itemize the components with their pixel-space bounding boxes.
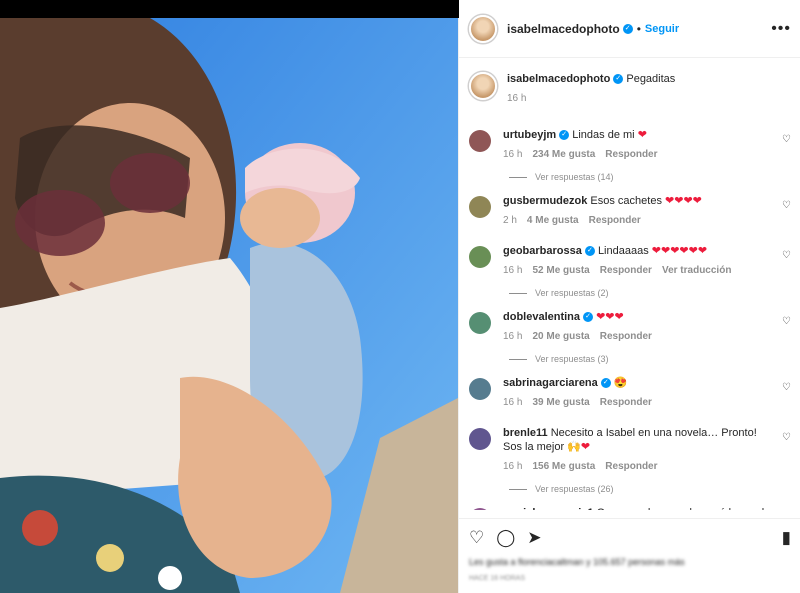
- comment-likes[interactable]: 39 Me gusta: [532, 397, 589, 408]
- comment-like-icon[interactable]: ♡: [782, 200, 791, 211]
- comment-item: urtubeyjm ✓ Lindas de mi ❤ 16 h 234 Me gust…: [459, 128, 800, 162]
- caption-avatar[interactable]: [469, 72, 497, 100]
- comments-scroll-area[interactable]: isabelmacedophoto ✓ Pegaditas 16 h urtube…: [459, 58, 800, 510]
- commenter-username[interactable]: urtubeyjm: [503, 129, 556, 141]
- view-replies-button[interactable]: Ver respuestas (3): [509, 354, 800, 364]
- post-header: isabelmacedophoto ✓ • Seguir •••: [459, 0, 800, 58]
- reply-button[interactable]: Responder: [605, 461, 657, 472]
- verified-icon: ✓: [613, 74, 624, 85]
- comment-time: 16 h: [503, 265, 523, 276]
- commenter-username[interactable]: gusbermudezok: [503, 195, 587, 207]
- comment-likes[interactable]: 20 Me gusta: [532, 331, 589, 342]
- comment-text: Lindas de mi: [572, 129, 638, 141]
- view-replies-label: Ver respuestas (2): [535, 288, 609, 298]
- comment-emoji: 😍: [613, 377, 628, 389]
- replies-line: [509, 358, 527, 360]
- follow-button[interactable]: Seguir: [645, 23, 679, 35]
- verified-icon: ✓: [583, 312, 594, 323]
- author-username[interactable]: isabelmacedophoto: [507, 22, 620, 36]
- verified-icon: ✓: [600, 378, 611, 389]
- comment-emoji: ❤: [637, 129, 647, 141]
- comment-icon[interactable]: ◯: [496, 528, 515, 548]
- comment-item: marielaserramia1 Que pesada como le pegó…: [459, 506, 800, 510]
- comment-emoji: ❤❤❤: [596, 311, 624, 323]
- photo-illustration: [0, 18, 458, 593]
- comment-like-icon[interactable]: ♡: [782, 250, 791, 261]
- comment-likes[interactable]: 156 Me gusta: [532, 461, 595, 472]
- comment-time: 16 h: [503, 461, 523, 472]
- post-photo[interactable]: [0, 18, 458, 593]
- comment-like-icon[interactable]: ♡: [782, 134, 791, 145]
- commenter-avatar[interactable]: [469, 312, 491, 334]
- replies-line: [509, 488, 527, 490]
- reply-button[interactable]: Responder: [600, 331, 652, 342]
- like-icon[interactable]: ♡: [469, 528, 484, 548]
- commenter-username[interactable]: marielaserramia1: [503, 507, 594, 510]
- separator-dot: •: [636, 21, 641, 36]
- comment-time: 16 h: [503, 397, 523, 408]
- comment-like-icon[interactable]: ♡: [782, 316, 791, 327]
- save-icon[interactable]: ▮: [782, 528, 791, 548]
- share-icon[interactable]: ➤: [527, 528, 541, 548]
- commenter-username[interactable]: geobarbarossa: [503, 245, 582, 257]
- comment-item: doblevalentina ✓ ❤❤❤ 16 h 20 Me gusta Respon…: [459, 310, 800, 344]
- view-replies-label: Ver respuestas (14): [535, 172, 614, 182]
- caption-username[interactable]: isabelmacedophoto: [507, 73, 610, 85]
- post-modal: isabelmacedophoto ✓ • Seguir ••• isabelm…: [0, 0, 800, 593]
- likes-summary[interactable]: Les gusta a florenciacaltman y 105.657 p…: [469, 557, 791, 567]
- comment-item: sabrinagarciarena ✓ 😍 16 h 39 Me gusta Respo…: [459, 376, 800, 410]
- commenter-avatar[interactable]: [469, 378, 491, 400]
- comment-text: Lindaaaas: [597, 245, 652, 257]
- comment-time: 16 h: [503, 331, 523, 342]
- caption-text: Pegaditas: [626, 73, 676, 85]
- comments-panel: isabelmacedophoto ✓ • Seguir ••• isabelm…: [458, 0, 800, 593]
- comment-emoji: 🙌❤: [567, 441, 591, 453]
- comment-text: Esos cachetes: [590, 195, 666, 207]
- replies-line: [509, 292, 527, 294]
- view-replies-button[interactable]: Ver respuestas (2): [509, 288, 800, 298]
- comment-emoji: ❤❤❤❤: [665, 195, 702, 207]
- author-avatar[interactable]: [469, 14, 497, 43]
- more-options-icon[interactable]: •••: [771, 20, 791, 38]
- view-replies-label: Ver respuestas (3): [535, 354, 609, 364]
- comment-time: 16 h: [503, 149, 523, 160]
- reply-button[interactable]: Responder: [589, 215, 641, 226]
- caption: isabelmacedophoto ✓ Pegaditas 16 h: [459, 58, 800, 128]
- comment-item: brenle11 Necesito a Isabel en una novela…: [459, 426, 800, 474]
- comment-item: gusbermudezok Esos cachetes ❤❤❤❤ 2 h 4 Me …: [459, 194, 800, 228]
- comment-like-icon[interactable]: ♡: [782, 382, 791, 393]
- translate-button[interactable]: Ver traducción: [662, 265, 731, 276]
- replies-line: [509, 176, 527, 178]
- reply-button[interactable]: Responder: [600, 265, 652, 276]
- commenter-username[interactable]: doblevalentina: [503, 311, 580, 323]
- commenter-username[interactable]: sabrinagarciarena: [503, 377, 598, 389]
- comment-likes[interactable]: 52 Me gusta: [532, 265, 589, 276]
- reply-button[interactable]: Responder: [605, 149, 657, 160]
- commenter-avatar[interactable]: [469, 196, 491, 218]
- commenter-avatar[interactable]: [469, 508, 491, 510]
- view-replies-button[interactable]: Ver respuestas (14): [509, 172, 800, 182]
- comment-likes[interactable]: 4 Me gusta: [527, 215, 579, 226]
- comment-likes[interactable]: 234 Me gusta: [532, 149, 595, 160]
- view-replies-button[interactable]: Ver respuestas (26): [509, 484, 800, 494]
- commenter-avatar[interactable]: [469, 246, 491, 268]
- commenter-username[interactable]: brenle11: [503, 427, 548, 439]
- reply-button[interactable]: Responder: [600, 397, 652, 408]
- verified-icon: ✓: [584, 246, 595, 257]
- verified-icon: ✓: [559, 130, 570, 141]
- verified-icon: ✓: [622, 23, 633, 34]
- view-replies-label: Ver respuestas (26): [535, 484, 614, 494]
- post-date: HACE 16 HORAS: [469, 575, 526, 582]
- actions-bar: ♡ ◯ ➤ ▮ Les gusta a florenciacaltman y 1…: [459, 518, 800, 593]
- comment-time: 2 h: [503, 215, 517, 226]
- comment-item: geobarbarossa ✓ Lindaaaas ❤❤❤❤❤❤ 16 h 52 Me…: [459, 244, 800, 278]
- comment-emoji: ❤❤❤❤❤❤: [651, 245, 708, 257]
- commenter-avatar[interactable]: [469, 428, 491, 450]
- caption-time: 16 h: [507, 93, 527, 104]
- comment-like-icon[interactable]: ♡: [782, 432, 791, 443]
- commenter-avatar[interactable]: [469, 130, 491, 152]
